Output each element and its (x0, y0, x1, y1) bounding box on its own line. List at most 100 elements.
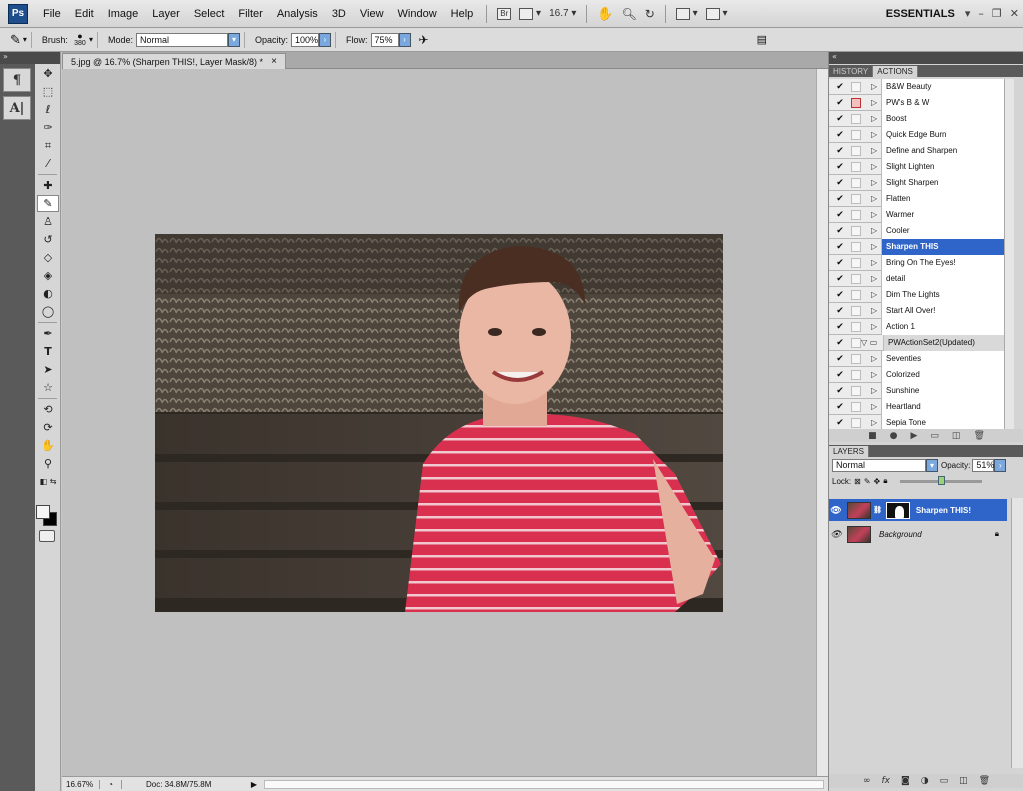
action-toggle-checkbox[interactable]: ✔ (835, 130, 845, 140)
horizontal-scrollbar[interactable] (264, 779, 824, 789)
document-image[interactable] (155, 234, 723, 612)
clone-stamp-tool-icon[interactable]: ♙ (37, 213, 59, 230)
action-toggle-checkbox[interactable]: ✔ (835, 98, 845, 108)
expand-action-icon[interactable]: ▷ (871, 226, 881, 235)
status-menu-arrow[interactable]: ▶ (248, 780, 260, 789)
dialog-toggle-icon[interactable] (851, 289, 861, 300)
tool-preset-dropdown[interactable]: ▾ (23, 35, 27, 44)
delete-layer-icon[interactable]: 🗑︎ (979, 776, 990, 786)
expand-set-icon[interactable]: ▽ ▭ (861, 338, 883, 347)
airbrush-icon[interactable]: ✈ (419, 33, 429, 47)
status-zoom[interactable]: 16.67% (62, 779, 100, 789)
action-toggle-checkbox[interactable]: ✔ (835, 418, 845, 428)
new-group-icon[interactable]: ▭ (940, 776, 949, 786)
action-toggle-checkbox[interactable]: ✔ (835, 402, 845, 412)
path-selection-tool-icon[interactable]: ➤ (37, 361, 59, 378)
menu-filter[interactable]: Filter (231, 8, 269, 20)
dialog-toggle-icon[interactable] (851, 97, 861, 108)
stop-recording-icon[interactable]: ■ (868, 431, 877, 441)
action-toggle-checkbox[interactable]: ✔ (835, 258, 845, 268)
opacity-slider-arrow[interactable]: › (318, 32, 331, 47)
menu-edit[interactable]: Edit (68, 8, 101, 20)
hand-tool-button[interactable]: ✋ (593, 5, 617, 23)
brush-picker[interactable]: ● 380 (71, 31, 89, 48)
action-toggle-checkbox[interactable]: ✔ (835, 306, 845, 316)
dock-expand-icon[interactable]: « (829, 52, 1023, 64)
view-extras-button[interactable]: ▾ (515, 5, 545, 23)
action-toggle-checkbox[interactable]: ✔ (835, 242, 845, 252)
eyedropper-tool-icon[interactable]: ⁄ (37, 155, 59, 172)
brush-panel-toggle-icon[interactable]: ▤ (757, 33, 767, 46)
dialog-toggle-icon[interactable] (851, 241, 861, 252)
tab-actions[interactable]: ACTIONS (873, 66, 918, 77)
dialog-toggle-icon[interactable] (851, 177, 861, 188)
expand-action-icon[interactable]: ▷ (871, 258, 881, 267)
close-button[interactable]: ✕ (1006, 7, 1023, 20)
zoom-level-dropdown[interactable]: 16.7 ▾ (545, 5, 580, 23)
restore-button[interactable]: ❐ (988, 7, 1006, 20)
action-row[interactable]: ✔ ▷ Quick Edge Burn (829, 126, 1014, 143)
menu-help[interactable]: Help (444, 8, 481, 20)
action-toggle-checkbox[interactable]: ✔ (835, 194, 845, 204)
crop-tool-icon[interactable]: ⌗ (37, 137, 59, 154)
expand-action-icon[interactable]: ▷ (871, 210, 881, 219)
action-toggle-checkbox[interactable]: ✔ (835, 146, 845, 156)
dialog-toggle-icon[interactable] (851, 273, 861, 284)
zoom-tool-button[interactable]: 🔍︎ (618, 5, 641, 23)
tools-collapse-icon[interactable] (35, 52, 60, 64)
action-toggle-checkbox[interactable]: ✔ (835, 354, 845, 364)
menu-view[interactable]: View (353, 8, 391, 20)
dialog-toggle-icon[interactable] (851, 369, 861, 380)
marquee-tool-icon[interactable]: ⬚ (37, 83, 59, 100)
action-row[interactable]: ✔ ▷ Sharpen THIS (829, 238, 1014, 255)
action-row[interactable]: ✔ ▷ Heartland (829, 398, 1014, 415)
dialog-toggle-icon[interactable] (851, 161, 861, 172)
lasso-tool-icon[interactable]: ℓ (37, 101, 59, 118)
history-brush-tool-icon[interactable]: ↺ (37, 231, 59, 248)
rotate-view-button[interactable]: ↻ (641, 5, 659, 23)
brush-tool-icon[interactable]: ✎ (10, 32, 21, 48)
dialog-toggle-icon[interactable] (851, 353, 861, 364)
close-document-icon[interactable]: × (271, 56, 277, 67)
action-row[interactable]: ✔ ▷ Boost (829, 110, 1014, 127)
expand-action-icon[interactable]: ▷ (871, 242, 881, 251)
lock-position-icon[interactable]: ✥ (874, 477, 881, 486)
lock-pixels-icon[interactable]: ✎ (864, 477, 871, 486)
brush-picker-arrow[interactable]: ▾ (89, 35, 93, 44)
bridge-button[interactable]: Br (493, 5, 515, 23)
action-toggle-checkbox[interactable]: ✔ (835, 178, 845, 188)
menu-analysis[interactable]: Analysis (270, 8, 325, 20)
3d-rotate-tool-icon[interactable]: ⟲ (37, 401, 59, 418)
blur-tool-icon[interactable]: ◐ (37, 285, 59, 302)
link-layers-icon[interactable]: ∞ (863, 776, 871, 786)
action-toggle-checkbox[interactable]: ✔ (835, 322, 845, 332)
action-toggle-checkbox[interactable]: ✔ (835, 338, 845, 348)
action-row[interactable]: ✔ ▷ PW's B & W (829, 94, 1014, 111)
zoom-tool-icon[interactable]: ⚲ (37, 455, 59, 472)
arrange-documents-button[interactable]: ▾ (672, 5, 702, 23)
layer-opacity-input[interactable]: 51% (972, 458, 994, 472)
expand-action-icon[interactable]: ▷ (871, 322, 881, 331)
quick-selection-tool-icon[interactable]: ✑ (37, 119, 59, 136)
expand-action-icon[interactable]: ▷ (871, 114, 881, 123)
action-row[interactable]: ✔ ▷ B&W Beauty (829, 78, 1014, 95)
action-toggle-checkbox[interactable]: ✔ (835, 162, 845, 172)
action-toggle-checkbox[interactable]: ✔ (835, 114, 845, 124)
action-set-row[interactable]: ✔ ▽ ▭ PWActionSet2(Updated) (829, 334, 1014, 351)
layer-opacity-arrow[interactable]: › (994, 458, 1007, 472)
dialog-toggle-icon[interactable] (851, 113, 861, 124)
new-set-icon[interactable]: ▭ (930, 431, 939, 441)
adjustment-layer-icon[interactable]: ◑ (921, 776, 929, 786)
action-row[interactable]: ✔ ▷ Warmer (829, 206, 1014, 223)
character-panel-icon[interactable]: A| (3, 96, 31, 120)
menu-layer[interactable]: Layer (145, 8, 187, 20)
brush-tool-icon[interactable]: ✎ (37, 195, 59, 212)
mode-select[interactable]: Normal (135, 32, 228, 47)
action-toggle-checkbox[interactable]: ✔ (835, 226, 845, 236)
pen-tool-icon[interactable]: ✒ (37, 325, 59, 342)
expand-action-icon[interactable]: ▷ (871, 386, 881, 395)
action-row[interactable]: ✔ ▷ Slight Lighten (829, 158, 1014, 175)
workspace-dropdown-icon[interactable]: ▾ (961, 7, 975, 20)
action-row[interactable]: ✔ ▷ Action 1 (829, 318, 1014, 335)
action-row[interactable]: ✔ ▷ Define and Sharpen (829, 142, 1014, 159)
